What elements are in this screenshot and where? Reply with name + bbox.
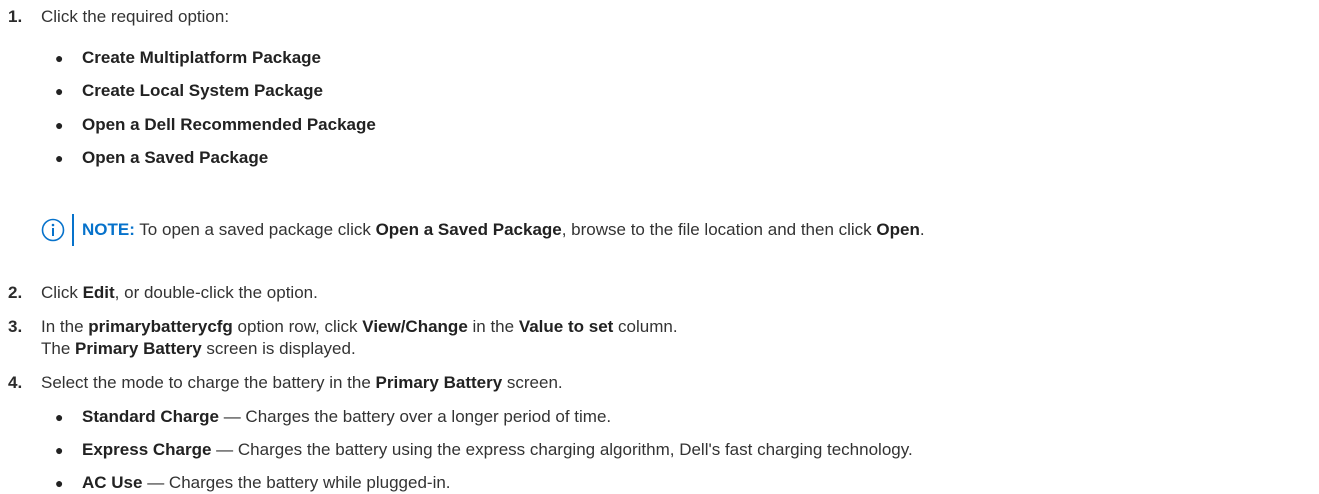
bullet-icon: ● <box>55 50 64 66</box>
option-label: Open a Dell Recommended Package <box>82 115 376 134</box>
note-text: , browse to the file location and then c… <box>561 220 877 239</box>
step-2-text: Click Edit, or double-click the option. <box>41 283 318 302</box>
bullet-icon: ● <box>55 409 64 425</box>
step-number: 4. <box>8 373 23 392</box>
note-divider <box>72 214 74 246</box>
option-label: Open a Saved Package <box>82 148 269 167</box>
bullet-icon: ● <box>55 83 64 99</box>
info-icon <box>41 218 65 242</box>
mode-item: AC Use — Charges the battery while plugg… <box>82 473 451 492</box>
bullet-icon: ● <box>55 117 64 133</box>
note-text: To open a saved package click <box>134 220 376 239</box>
step-number: 1. <box>8 7 23 26</box>
note: NOTE: To open a saved package click Open… <box>82 219 925 241</box>
step-number: 3. <box>8 317 23 336</box>
step-3-text: In the primarybatterycfg option row, cli… <box>41 317 678 336</box>
note-label: NOTE: <box>82 220 135 239</box>
option-label: Create Multiplatform Package <box>82 48 322 67</box>
bullet-icon: ● <box>55 442 64 458</box>
note-bold: Open <box>876 220 920 239</box>
option-label: Create Local System Package <box>82 81 323 100</box>
step-3-result: The Primary Battery screen is displayed. <box>41 339 356 358</box>
step-number: 2. <box>8 283 23 302</box>
mode-item: Standard Charge — Charges the battery ov… <box>82 407 612 426</box>
note-bold: Open a Saved Package <box>375 220 562 239</box>
bullet-icon: ● <box>55 150 64 166</box>
step-4-text: Select the mode to charge the battery in… <box>41 373 563 392</box>
mode-item: Express Charge — Charges the battery usi… <box>82 440 913 459</box>
bullet-icon: ● <box>55 475 64 491</box>
note-text: . <box>919 220 925 239</box>
step-1-intro: Click the required option: <box>41 7 230 26</box>
